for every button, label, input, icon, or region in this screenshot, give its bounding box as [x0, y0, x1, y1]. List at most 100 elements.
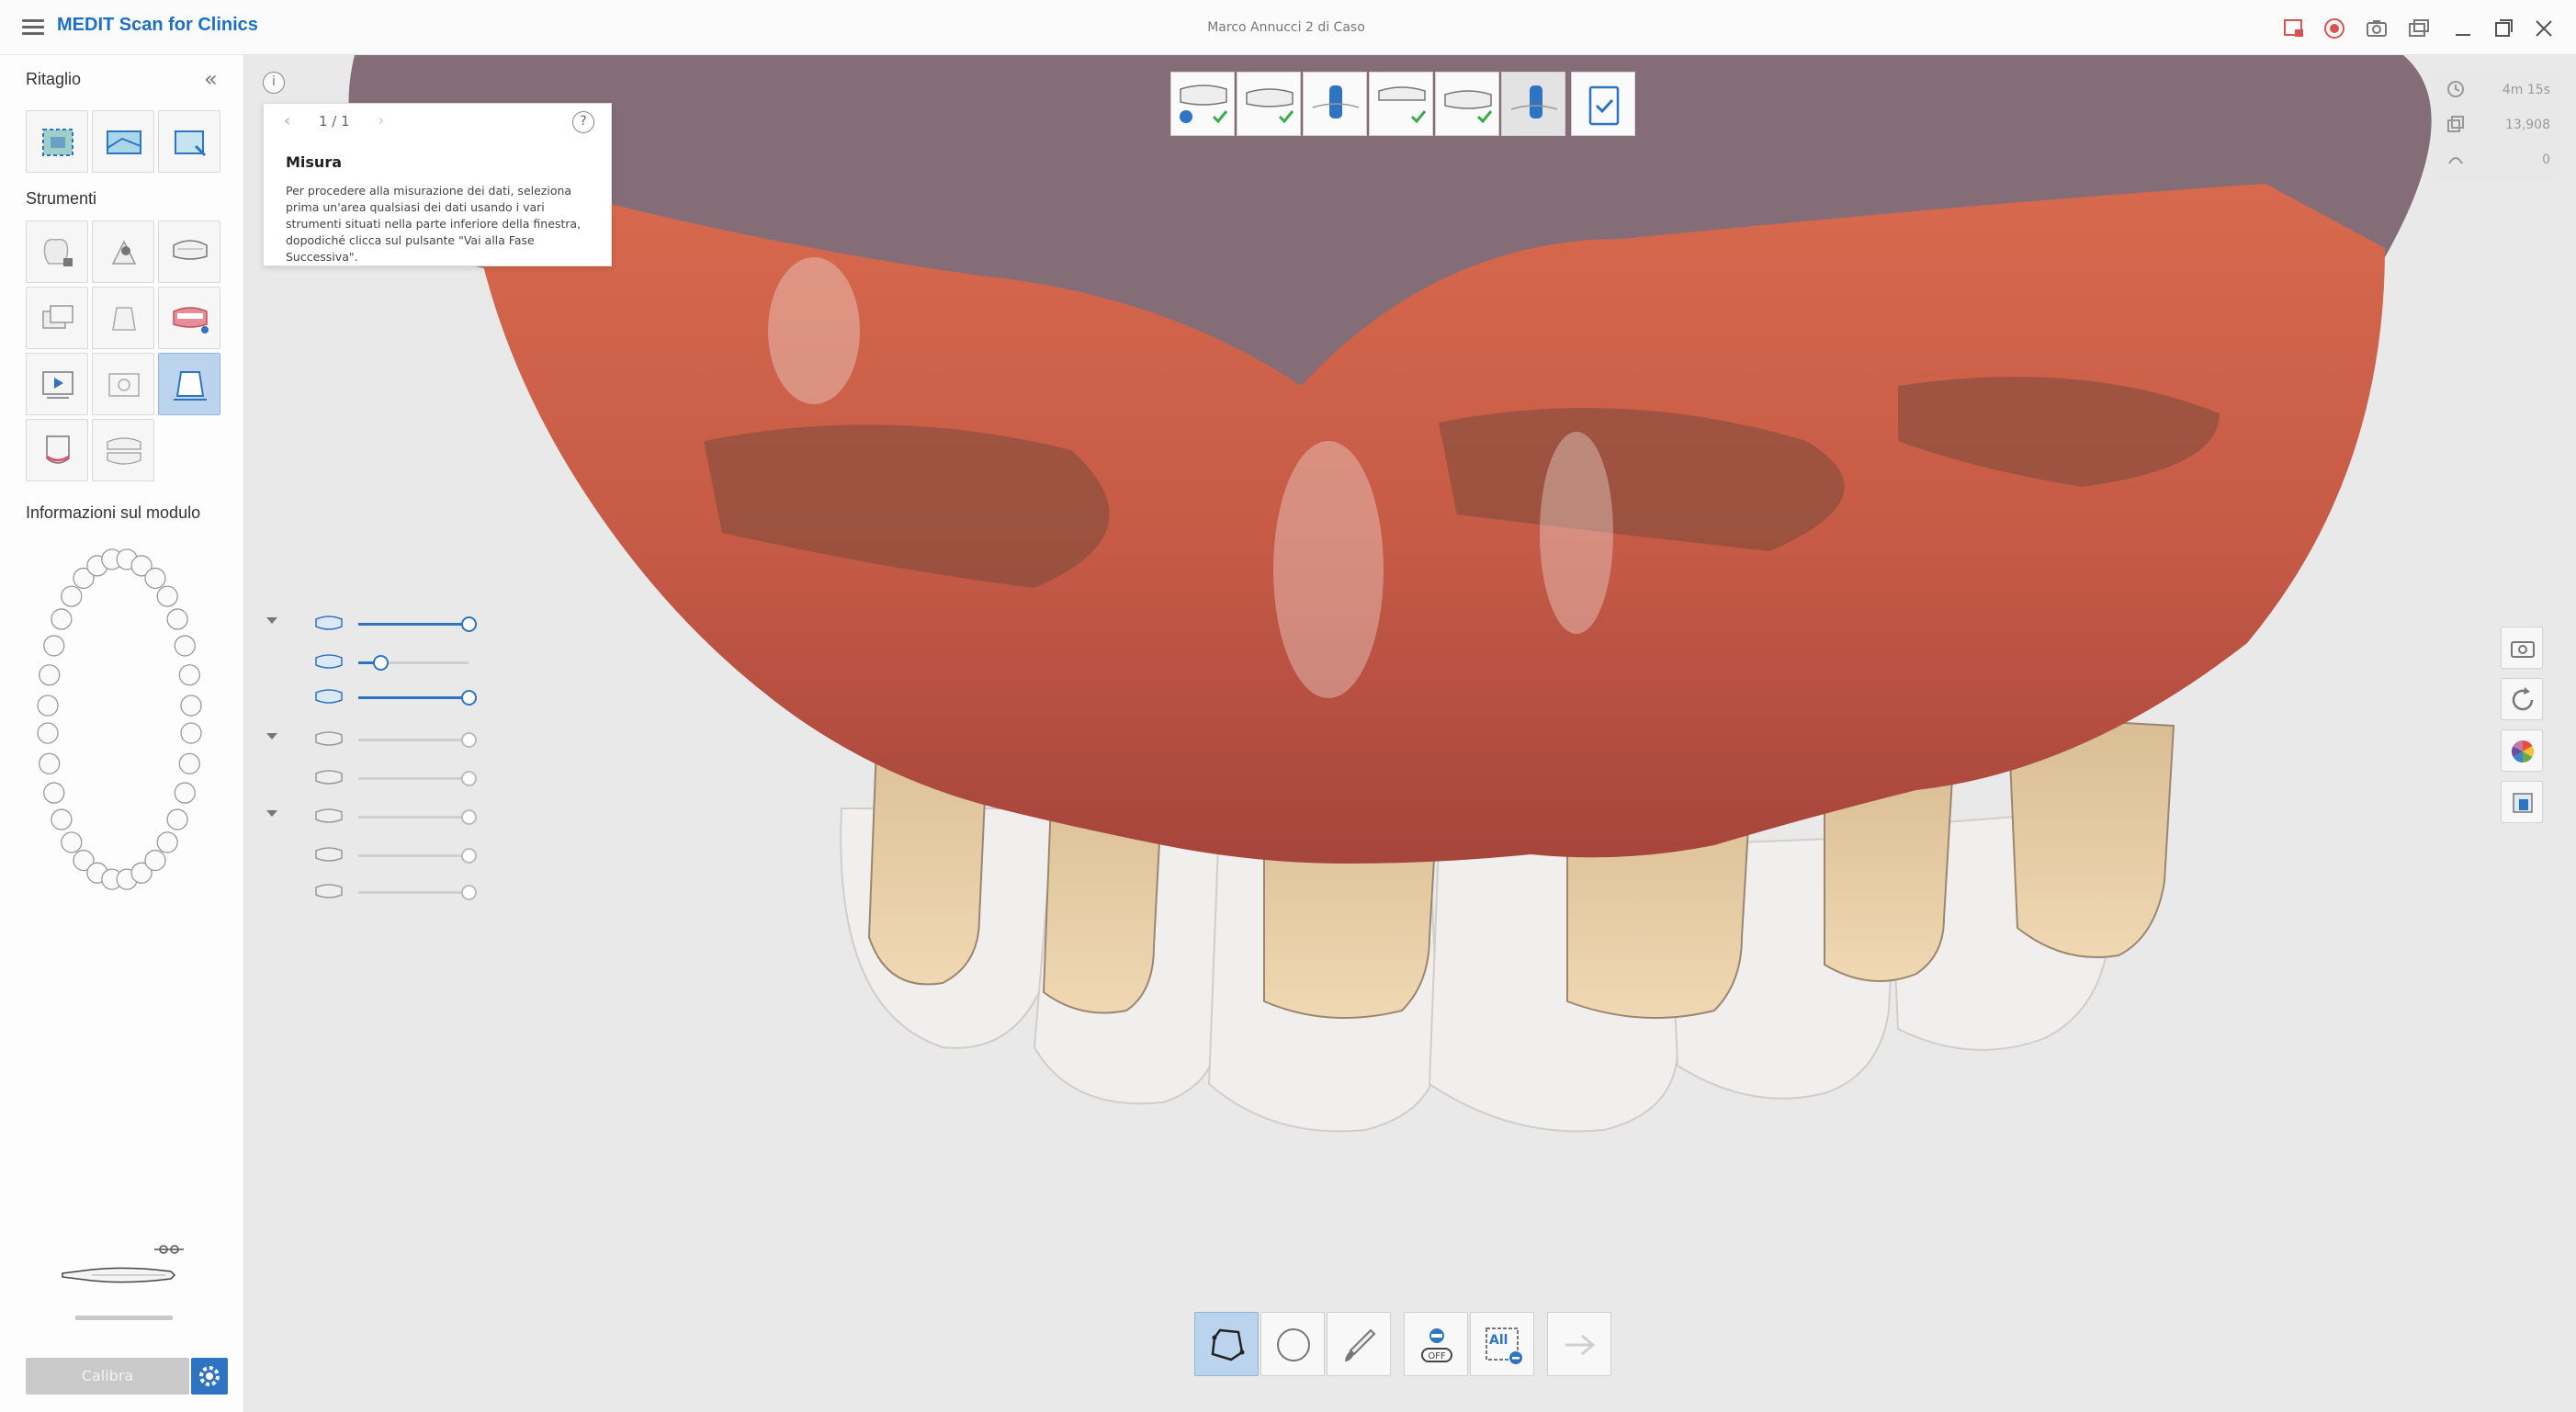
- slider-track[interactable]: [358, 616, 477, 632]
- brush-select-button[interactable]: [1327, 1312, 1391, 1376]
- tooth-chart-tooth[interactable]: [144, 849, 166, 872]
- slider-knob[interactable]: [461, 690, 477, 706]
- info-icon[interactable]: i: [263, 72, 285, 94]
- color-view-button[interactable]: [2501, 729, 2543, 772]
- tool-die[interactable]: [92, 287, 154, 349]
- camera-view-button[interactable]: [2501, 627, 2543, 669]
- crop-tool-lasso[interactable]: [26, 110, 88, 173]
- stage-scanbody-lower[interactable]: [1501, 72, 1565, 136]
- calibration-settings-button[interactable]: [191, 1358, 228, 1395]
- jaw-layer-icon: [315, 731, 343, 746]
- slider-track[interactable]: [358, 732, 477, 748]
- tooth-chart-tooth[interactable]: [37, 695, 59, 717]
- tooth-chart-tooth[interactable]: [43, 782, 65, 804]
- slider-track[interactable]: [358, 885, 477, 900]
- menu-icon[interactable]: [18, 13, 48, 42]
- screen-record-icon[interactable]: [2282, 17, 2306, 40]
- slider-knob[interactable]: [461, 771, 477, 786]
- slider-track[interactable]: [358, 771, 477, 786]
- view-mode-button[interactable]: [2501, 781, 2543, 823]
- calibrate-button[interactable]: Calibra: [26, 1358, 189, 1395]
- stage-lower-jaw[interactable]: [1237, 72, 1301, 136]
- circle-select-button[interactable]: [1260, 1312, 1325, 1376]
- slider-knob[interactable]: [461, 616, 477, 632]
- crop-tool-region[interactable]: [158, 110, 220, 173]
- tool-bite[interactable]: [92, 419, 154, 481]
- slider-knob[interactable]: [373, 655, 389, 671]
- snapshot-icon: [108, 373, 140, 397]
- expand-group-icon[interactable]: [266, 733, 277, 740]
- tooth-chart[interactable]: [28, 540, 211, 898]
- crop-lasso-icon: [42, 129, 73, 156]
- reset-view-button[interactable]: [2501, 678, 2543, 720]
- popover-next-icon[interactable]: ›: [378, 111, 384, 130]
- tool-video[interactable]: [26, 353, 88, 415]
- slider-knob[interactable]: [461, 732, 477, 748]
- tooth-chart-tooth[interactable]: [166, 608, 188, 630]
- select-all-label: All: [1489, 1333, 1508, 1348]
- popover-page: 1 / 1: [319, 113, 350, 130]
- expand-group-icon[interactable]: [266, 810, 277, 817]
- crop-tool-plane[interactable]: [92, 110, 154, 173]
- window-mode-icon[interactable]: [2407, 17, 2431, 40]
- slider-track[interactable]: [358, 690, 477, 706]
- tooth-chart-tooth[interactable]: [178, 752, 200, 774]
- tooth-chart-tooth[interactable]: [166, 808, 188, 830]
- tooth-chart-tooth[interactable]: [39, 664, 61, 686]
- stage-scanbody-upper[interactable]: [1303, 72, 1367, 136]
- slider-knob[interactable]: [461, 885, 477, 900]
- stage-upper-jaw[interactable]: [1170, 72, 1235, 136]
- tool-layers[interactable]: [26, 287, 88, 349]
- lower-jaw-icon: [1246, 88, 1294, 124]
- expand-group-icon[interactable]: [266, 617, 277, 624]
- stage-lower-2[interactable]: [1435, 72, 1499, 136]
- tooth-chart-tooth[interactable]: [39, 752, 61, 774]
- jaw-layer-icon: [315, 884, 343, 898]
- tool-filling[interactable]: [92, 220, 154, 283]
- slider-track[interactable]: [358, 848, 477, 864]
- lasso-select-button[interactable]: [1194, 1312, 1259, 1376]
- stage-opposing[interactable]: [1369, 72, 1433, 136]
- tooth-chart-tooth[interactable]: [61, 831, 83, 853]
- tooth-chart-tooth[interactable]: [180, 722, 202, 744]
- tool-margin[interactable]: [26, 419, 88, 481]
- tool-gingiva[interactable]: [158, 287, 220, 349]
- tooth-chart-tooth[interactable]: [174, 782, 196, 804]
- section-info-title: Informazioni sul modulo: [26, 503, 201, 522]
- scan-speed-icon: [2448, 157, 2463, 164]
- tooth-chart-tooth[interactable]: [43, 635, 65, 657]
- popover-prev-icon[interactable]: ‹: [284, 111, 290, 130]
- tool-measure[interactable]: [158, 353, 220, 415]
- popover-title: Misura: [286, 153, 343, 171]
- guide-popover: ‹ 1 / 1 › ? Misura Per procedere alla mi…: [263, 103, 612, 266]
- tooth-chart-tooth[interactable]: [180, 695, 202, 717]
- tooth-chart-tooth[interactable]: [178, 664, 200, 686]
- slider-track[interactable]: [358, 655, 469, 671]
- tool-arch-view[interactable]: [158, 220, 220, 283]
- tooth-chart-tooth[interactable]: [144, 567, 166, 590]
- slider-knob[interactable]: [461, 848, 477, 864]
- camera-icon[interactable]: [2365, 17, 2389, 40]
- stat-count: 13,908: [2446, 114, 2550, 141]
- tooth-chart-tooth[interactable]: [174, 635, 196, 657]
- help-icon[interactable]: ?: [572, 111, 594, 133]
- tooth-chart-tooth[interactable]: [61, 585, 83, 607]
- tooth-chart-tooth[interactable]: [156, 585, 178, 607]
- slider-knob[interactable]: [461, 809, 477, 825]
- collapse-panel-icon[interactable]: «: [204, 68, 226, 90]
- record-icon[interactable]: [2322, 17, 2346, 40]
- deselect-toggle-button[interactable]: OFF: [1404, 1312, 1468, 1376]
- next-step-button[interactable]: [1547, 1312, 1611, 1376]
- tooth-chart-tooth[interactable]: [156, 831, 178, 853]
- close-icon[interactable]: [2532, 17, 2556, 40]
- tool-snapshot[interactable]: [92, 353, 154, 415]
- minimize-icon[interactable]: [2451, 17, 2475, 40]
- tooth-chart-tooth[interactable]: [37, 722, 59, 744]
- slider-track[interactable]: [358, 809, 477, 825]
- stage-complete[interactable]: [1571, 72, 1635, 136]
- select-all-button[interactable]: All: [1470, 1312, 1534, 1376]
- tool-lock-tooth[interactable]: [26, 220, 88, 283]
- maximize-icon[interactable]: [2491, 17, 2515, 40]
- tooth-chart-tooth[interactable]: [51, 808, 73, 830]
- tooth-chart-tooth[interactable]: [51, 608, 73, 630]
